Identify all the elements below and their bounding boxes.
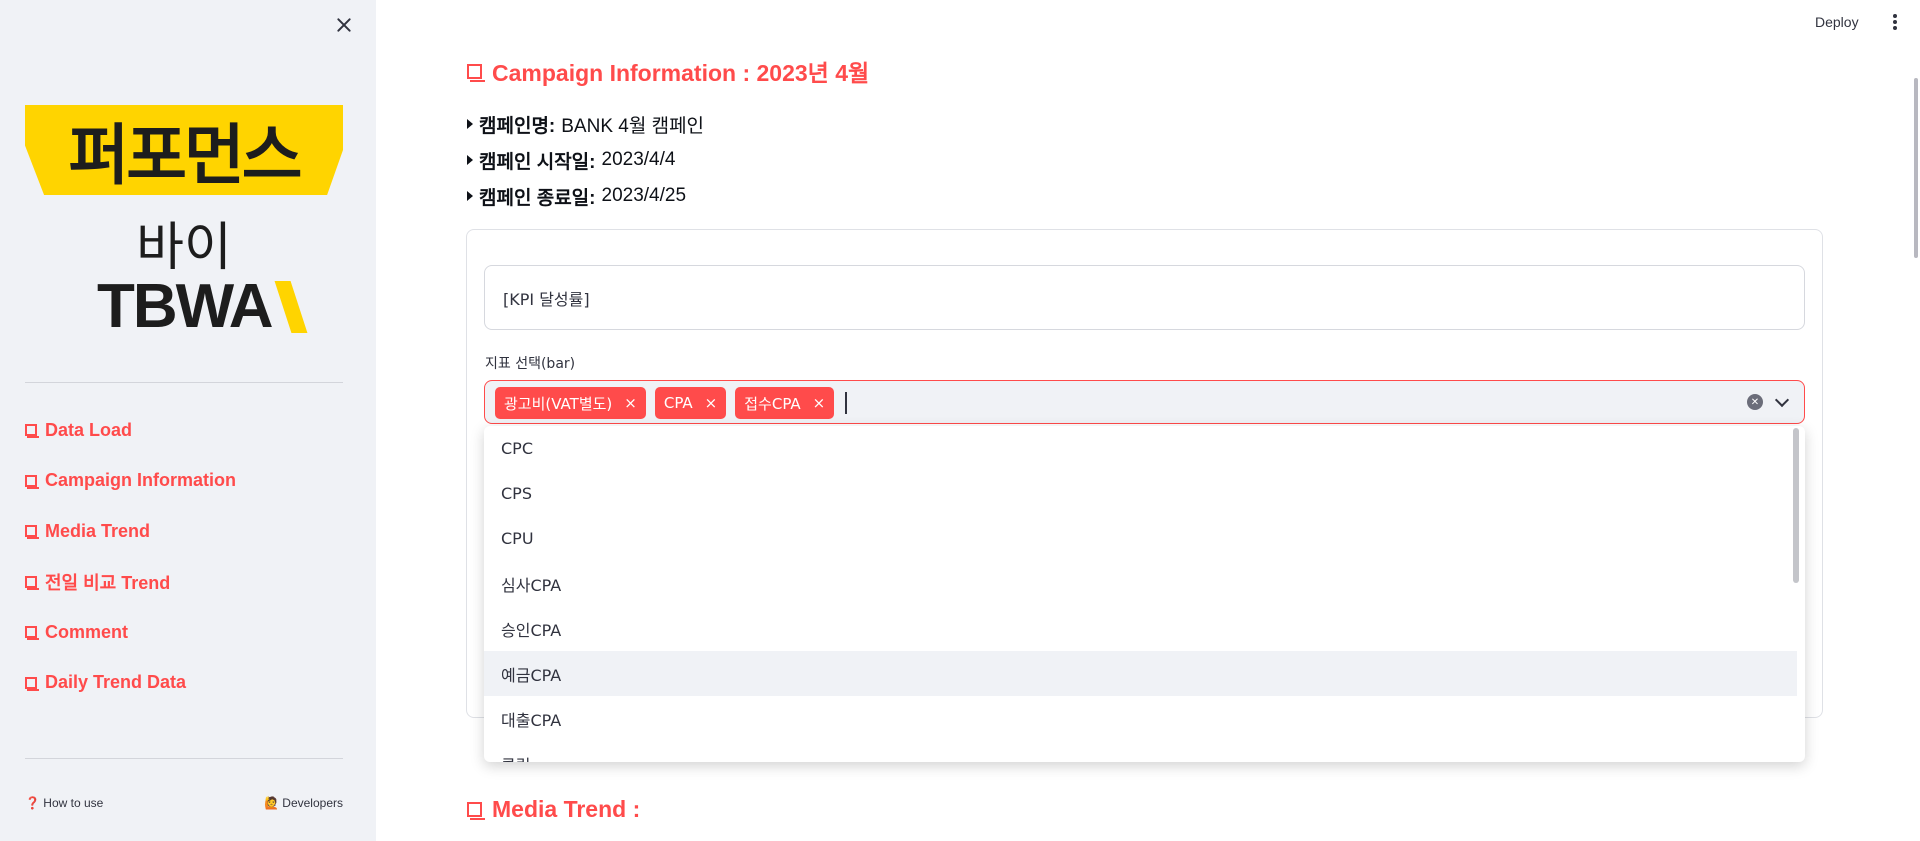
sidebar-item-campaign-information[interactable]: Campaign Information (25, 470, 237, 491)
checkbox-icon (25, 474, 39, 489)
checkbox-icon (25, 424, 39, 438)
sidebar-footer: ❓ How to use 🙋 Developers (25, 796, 343, 810)
dropdown-option[interactable]: 대출CPA (484, 696, 1805, 741)
remove-tag-icon[interactable]: × (813, 394, 826, 412)
metric-multiselect[interactable]: 광고비(VAT별도) × CPA × 접수CPA × ✕ (484, 380, 1805, 424)
campaign-section-title-text: Campaign Information : 2023년 4월 (492, 60, 870, 86)
info-value: 2023/4/25 (601, 185, 687, 206)
tag-label: 접수CPA (744, 394, 801, 413)
dropdown-option[interactable]: 심사CPA (484, 561, 1805, 606)
sidebar-divider-top (25, 382, 343, 383)
list-item: 캠페인명: BANK 4월 캠페인 (467, 106, 704, 142)
sidebar: 퍼포먼스 바이 TBWA Data Load Campaign Informat… (0, 0, 376, 841)
sidebar-item-label: Comment (45, 621, 129, 642)
dropdown-option[interactable]: CPS (484, 471, 1805, 516)
tag-label: 광고비(VAT별도) (504, 394, 613, 413)
sidebar-item-label: Campaign Information (45, 470, 237, 490)
sidebar-item-label: Data Load (45, 419, 133, 440)
info-value: BANK 4월 캠페인 (561, 115, 705, 137)
dropdown-option[interactable]: CPC (484, 426, 1805, 471)
close-sidebar-icon[interactable] (333, 14, 355, 36)
campaign-info-list: 캠페인명: BANK 4월 캠페인 캠페인 시작일: 2023/4/4 캠페인 … (467, 106, 704, 214)
kpi-heading-box: [KPI 달성률] (484, 265, 1805, 330)
info-value: 2023/4/4 (601, 149, 676, 170)
clear-all-icon[interactable]: ✕ (1747, 394, 1763, 410)
logo-subtitle: 바이 (136, 218, 232, 278)
tag-ad-cost: 광고비(VAT별도) × (495, 387, 646, 419)
sidebar-item-label: 전일 비교 Trend (45, 572, 171, 593)
media-section-title: Media Trend : (467, 796, 640, 823)
checkbox-icon (25, 575, 39, 590)
tag-application-cpa: 접수CPA × (735, 387, 835, 419)
bullet-icon (467, 119, 473, 129)
sidebar-divider-bottom (25, 758, 343, 759)
info-key: 캠페인 종료일: (479, 187, 596, 209)
remove-tag-icon[interactable]: × (705, 394, 718, 412)
checkbox-icon (467, 63, 485, 82)
bullet-icon (467, 155, 473, 165)
tag-cpa: CPA × (654, 387, 727, 419)
sidebar-nav: Data Load Campaign Information Media Tre… (25, 420, 236, 723)
checkbox-icon (467, 802, 485, 820)
selected-tags: 광고비(VAT별도) × CPA × 접수CPA × (495, 387, 848, 419)
dropdown-option-highlighted[interactable]: 예금CPA (484, 651, 1797, 696)
dropdown-option[interactable]: 승인CPA (484, 606, 1805, 651)
main-menu-icon[interactable] (1890, 14, 1900, 32)
sidebar-item-label: Media Trend (45, 520, 151, 541)
logo-brand: TBWA (97, 272, 274, 341)
info-key: 캠페인명: (479, 115, 556, 137)
tag-label: CPA (663, 394, 693, 412)
dropdown-option[interactable]: 클릭 (484, 741, 1805, 763)
sidebar-item-comment[interactable]: Comment (25, 622, 236, 642)
developers-link[interactable]: 🙋 Developers (264, 796, 343, 810)
list-item: 캠페인 종료일: 2023/4/25 (467, 178, 704, 214)
media-section-title-text: Media Trend : (492, 796, 641, 822)
dropdown-option[interactable]: CPU (484, 516, 1805, 561)
metric-dropdown-list: CPC CPS CPU 심사CPA 승인CPA 예금CPA 대출CPA 클릭 (484, 426, 1805, 762)
dropdown-scrollbar[interactable] (1793, 428, 1799, 583)
checkbox-icon (25, 676, 39, 691)
remove-tag-icon[interactable]: × (624, 394, 637, 412)
sidebar-item-label: Daily Trend Data (45, 672, 187, 692)
checkbox-icon (25, 626, 39, 640)
logo-slash-mark (274, 281, 308, 333)
sidebar-item-media-trend[interactable]: Media Trend (25, 521, 236, 541)
sidebar-item-compare-trend[interactable]: 전일 비교 Trend (25, 572, 236, 593)
logo-title: 퍼포먼스 (68, 117, 303, 194)
checkbox-icon (25, 525, 39, 539)
page-scrollbar[interactable] (1914, 78, 1918, 258)
bullet-icon (467, 191, 473, 201)
list-item: 캠페인 시작일: 2023/4/4 (467, 142, 704, 178)
how-to-use-link[interactable]: ❓ How to use (25, 796, 103, 810)
campaign-section-title: Campaign Information : 2023년 4월 (467, 54, 869, 88)
metric-select-label: 지표 선택(bar) (485, 356, 576, 372)
chevron-down-icon[interactable] (1774, 392, 1790, 408)
logo: 퍼포먼스 바이 TBWA (25, 105, 343, 341)
sidebar-item-data-load[interactable]: Data Load (25, 420, 236, 440)
sidebar-item-daily-trend-data[interactable]: Daily Trend Data (25, 672, 236, 693)
info-key: 캠페인 시작일: (479, 151, 596, 173)
text-cursor (845, 392, 848, 414)
deploy-button[interactable]: Deploy (1815, 14, 1859, 30)
